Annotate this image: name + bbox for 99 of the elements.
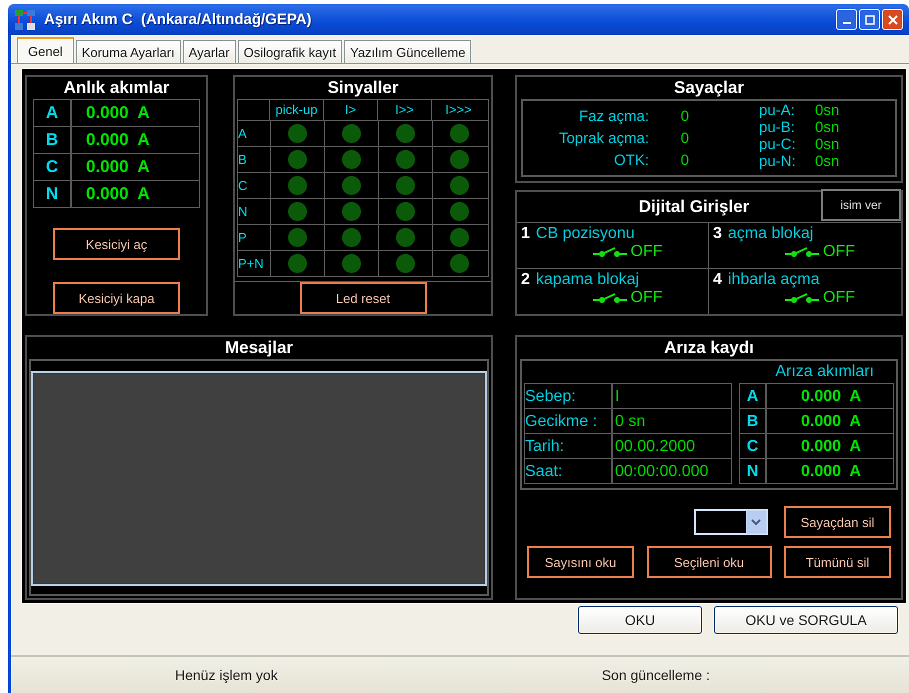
tab[interactable]: Yazılım Güncelleme <box>344 40 472 63</box>
field-value: 00.00.2000 <box>614 437 696 457</box>
status-text: Henüz işlem yok <box>175 667 278 683</box>
input-number: 2 <box>521 271 530 289</box>
switch-icon <box>592 293 626 303</box>
switch-icon <box>592 247 626 257</box>
caret-icon <box>746 511 766 533</box>
fault-button[interactable]: Seçileni oku <box>646 546 772 578</box>
breaker-button[interactable]: Kesiciyi aç <box>53 228 180 260</box>
field-value: 00:00:00.000 <box>614 462 708 482</box>
pickup-label: pu-A: <box>759 102 796 119</box>
current-value: 0.000 A <box>800 412 862 432</box>
counter-label: OTK: <box>612 152 649 168</box>
status-text: Son güncelleme : <box>602 667 710 683</box>
counter-label: Toprak açma: <box>558 130 649 146</box>
field-label: Tarih: <box>525 434 613 458</box>
message-list[interactable] <box>31 371 487 586</box>
field-label: Sebep: <box>525 384 613 408</box>
input-name: açma blokaj <box>728 225 814 243</box>
pickup-value: 0sn <box>815 153 840 170</box>
current-value: 0.000 A <box>85 156 150 178</box>
current-value: 0.000 A <box>800 387 862 407</box>
panel-title: Dijital Girişler <box>638 196 750 218</box>
panel-title: Sinyaller <box>326 77 400 99</box>
pickup-value: 0sn <box>815 136 840 153</box>
counter-value: 0 <box>680 130 689 146</box>
phase-cell: C <box>740 434 767 458</box>
counter-label: Faz açma: <box>578 108 649 124</box>
input-name: kapama blokaj <box>536 271 640 289</box>
close-button[interactable] <box>882 9 903 30</box>
column-header: I>>> <box>431 100 485 120</box>
row-label: C <box>238 173 271 198</box>
input-number: 3 <box>713 225 722 243</box>
phase-cell: C <box>34 154 72 180</box>
row-label: A <box>238 121 271 146</box>
current-value: 0.000 A <box>85 102 150 124</box>
read-button[interactable]: OKU ve SORGULA <box>714 606 898 634</box>
record-dropdown[interactable] <box>694 509 768 535</box>
input-name: ihbarla açma <box>728 271 820 289</box>
tab[interactable]: Osilografik kayıt <box>238 40 342 63</box>
input-number: 4 <box>713 271 722 289</box>
switch-icon <box>785 247 819 257</box>
fault-button[interactable]: Tümünü sil <box>784 546 891 578</box>
switch-icon <box>785 293 819 303</box>
minimize-button[interactable] <box>836 9 857 30</box>
pickup-label: pu-N: <box>759 153 797 170</box>
tab[interactable]: Genel <box>17 37 74 63</box>
input-state: OFF <box>630 243 662 261</box>
column-header: I>> <box>377 100 432 120</box>
row-label: P <box>238 225 271 250</box>
app-icon <box>14 8 36 30</box>
counter-value: 0 <box>680 152 689 168</box>
rename-button[interactable]: isim ver <box>821 189 901 221</box>
phase-cell: N <box>740 459 767 483</box>
maximize-icon <box>864 14 874 24</box>
phase-cell: A <box>740 384 767 408</box>
input-number: 1 <box>521 225 530 243</box>
current-value: 0.000 A <box>800 437 862 457</box>
pickup-label: pu-B: <box>759 119 796 136</box>
current-value: 0.000 A <box>85 129 150 151</box>
section-title: Arıza akımları <box>774 362 875 382</box>
close-icon <box>888 14 898 24</box>
field-value: 0 sn <box>614 412 646 432</box>
minimize-icon <box>842 22 850 24</box>
tab[interactable]: Koruma Ayarları <box>76 40 181 63</box>
field-label: Gecikme : <box>525 409 613 433</box>
led-reset-button[interactable]: Led reset <box>300 282 426 314</box>
field-value: I <box>614 387 620 407</box>
panel-title: Anlık akımlar <box>62 77 170 99</box>
panel-title: Arıza kaydı <box>663 337 755 359</box>
panel-title: Sayaçlar <box>673 77 745 99</box>
phase-cell: A <box>34 100 72 126</box>
input-state: OFF <box>823 243 855 261</box>
panel-title: Mesajlar <box>224 337 294 359</box>
input-state: OFF <box>823 289 855 307</box>
maximize-button[interactable] <box>859 9 880 30</box>
row-label: N <box>238 199 271 224</box>
pickup-value: 0sn <box>815 119 840 136</box>
tab[interactable]: Ayarlar <box>182 40 236 63</box>
window-title: Aşırı Akım C (Ankara/Altındağ/GEPA) <box>44 11 312 28</box>
row-label: B <box>238 147 271 172</box>
counter-value: 0 <box>680 108 689 124</box>
pickup-value: 0sn <box>815 102 840 119</box>
field-label: Saat: <box>525 459 613 483</box>
delete-counter-button[interactable]: Sayaçdan sil <box>784 506 891 538</box>
current-value: 0.000 A <box>85 183 150 205</box>
phase-cell: B <box>740 409 767 433</box>
read-button[interactable]: OKU <box>578 606 702 634</box>
column-header: pick-up <box>269 100 324 120</box>
phase-cell: B <box>34 127 72 153</box>
input-name: CB pozisyonu <box>536 225 635 243</box>
phase-cell: N <box>34 181 72 207</box>
row-label: P+N <box>238 251 271 276</box>
pickup-label: pu-C: <box>759 136 797 153</box>
current-value: 0.000 A <box>800 462 862 482</box>
column-header: I> <box>323 100 378 120</box>
input-state: OFF <box>630 289 662 307</box>
fault-button[interactable]: Sayısını oku <box>527 546 634 578</box>
breaker-button[interactable]: Kesiciyi kapa <box>53 282 180 314</box>
